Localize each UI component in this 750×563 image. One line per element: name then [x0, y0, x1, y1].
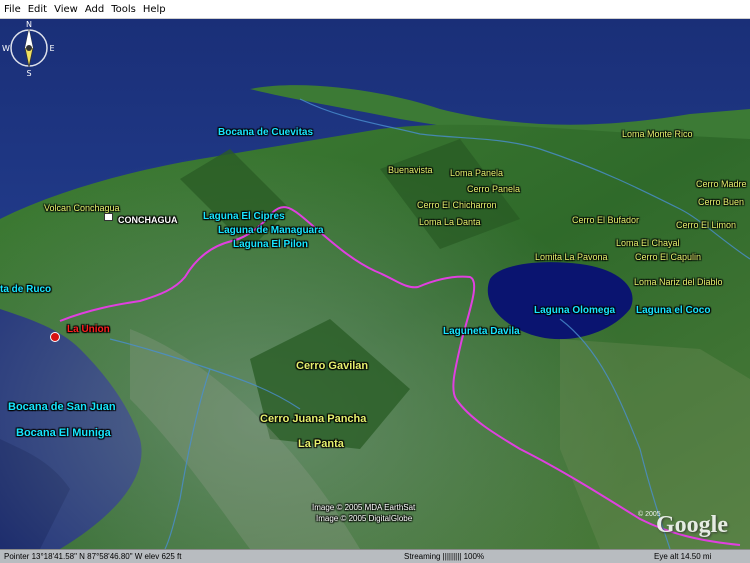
menu-tools[interactable]: Tools [107, 0, 139, 19]
label-bocana-cuevitas: Bocana de Cuevitas [218, 127, 314, 138]
compass-s-letter: S [26, 69, 31, 77]
location-pin-icon[interactable] [50, 332, 60, 342]
menu-bar: File Edit View Add Tools Help [0, 0, 750, 19]
label-cerro-bufador: Cerro El Bufador [572, 215, 640, 225]
label-cerro-juana-pancha: Cerro Juana Pancha [260, 413, 367, 425]
menu-view[interactable]: View [50, 0, 81, 19]
streaming-status: Streaming ||||||||| 100% [404, 552, 485, 561]
label-cerro-capulin: Cerro El Capulin [635, 252, 702, 262]
google-logo: Google [656, 512, 728, 538]
compass-icon[interactable]: N S E W [0, 19, 58, 77]
compass-w-letter: W [2, 44, 10, 53]
label-cerro-madre: Cerro Madre [696, 179, 747, 189]
label-cerro-gavilan: Cerro Gavilan [296, 360, 369, 372]
map-view[interactable]: Bocana de Cuevitas Loma Monte Rico Buena… [0, 19, 750, 549]
menu-add[interactable]: Add [81, 0, 107, 19]
label-cerro-panela: Cerro Panela [467, 184, 521, 194]
menu-file[interactable]: File [0, 0, 24, 19]
label-loma-nariz: Loma Nariz del Diablo [634, 277, 723, 287]
pointer-coordinates: Pointer 13°18'41.58" N 87°58'46.80" W el… [4, 552, 182, 561]
town-icon [104, 213, 113, 221]
label-cerro-chicharron: Cerro El Chicharron [417, 200, 497, 210]
status-bar: Pointer 13°18'41.58" N 87°58'46.80" W el… [0, 549, 750, 563]
label-conchagua: CONCHAGUA [118, 215, 178, 225]
label-cerro-limon: Cerro El Limon [676, 220, 737, 230]
label-buenavista: Buenavista [388, 165, 433, 175]
imagery-copyright-2: Image © 2005 DigitalGlobe [316, 514, 413, 523]
label-volcan-conchagua: Volcan Conchagua [44, 203, 120, 213]
label-bocana-san-juan: Bocana de San Juan [8, 401, 116, 413]
label-la-panta: La Panta [298, 438, 344, 450]
imagery-copyright-1: Image © 2005 MDA EarthSat [312, 503, 416, 512]
label-loma-monte-rico: Loma Monte Rico [622, 129, 693, 139]
label-laguneta-davila: Laguneta Davila [443, 326, 520, 337]
label-bocana-muniga: Bocana El Muniga [16, 427, 111, 439]
eye-altitude: Eye alt 14.50 mi [654, 552, 712, 561]
label-lomita-pavona: Lomita La Pavona [535, 252, 608, 262]
label-laguna-olomega: Laguna Olomega [534, 305, 616, 316]
label-laguna-managuara: Laguna de Managuara [218, 225, 324, 236]
compass-n-letter: N [26, 20, 32, 29]
label-laguna-coco: Laguna el Coco [636, 305, 711, 316]
label-cerro-buen: Cerro Buen [698, 197, 745, 207]
label-loma-panela: Loma Panela [450, 168, 504, 178]
menu-edit[interactable]: Edit [24, 0, 50, 19]
label-loma-la-danta: Loma La Danta [419, 217, 481, 227]
label-laguna-cipres: Laguna El Cipres [203, 211, 285, 222]
label-loma-chayal: Loma El Chayal [616, 238, 680, 248]
label-punta-ruco: ta de Ruco [0, 284, 52, 295]
menu-help[interactable]: Help [139, 0, 169, 19]
compass-e-letter: E [49, 44, 54, 53]
label-la-union: La Union [67, 324, 110, 335]
label-laguna-pilon: Laguna El Pilon [233, 239, 309, 250]
